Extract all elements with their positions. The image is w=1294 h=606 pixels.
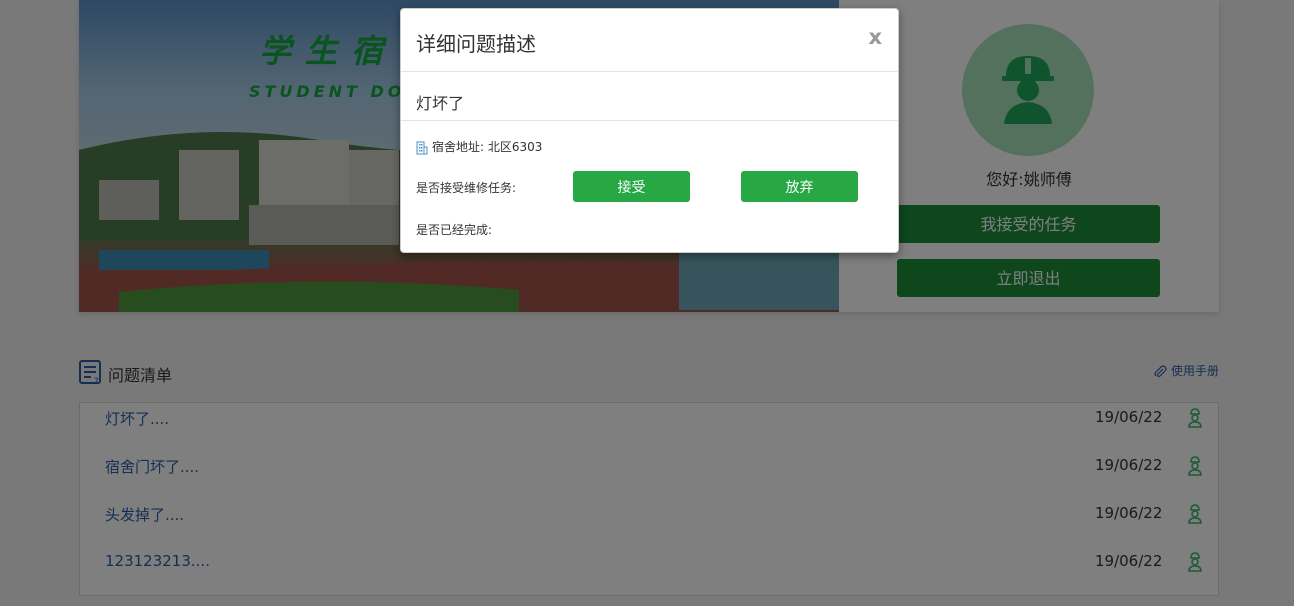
accept-button[interactable]: 接受 — [573, 171, 690, 202]
modal-title: 详细问题描述 — [416, 32, 536, 56]
page: 学生宿舍 STUDENT DORMITORY 您好:姚师傅 我接受的任务 立即退… — [0, 0, 1294, 606]
accept-task-label: 是否接受维修任务: — [416, 181, 517, 195]
address-text: 宿舍地址: 北区6303 — [432, 140, 543, 154]
abandon-button[interactable]: 放弃 — [741, 171, 858, 202]
problem-detail-modal: 详细问题描述 x 灯坏了 宿舍地址: 北区6303 是否接受维修任务: 接受 放… — [400, 8, 899, 253]
close-button[interactable]: x — [868, 25, 882, 49]
building-icon — [416, 141, 428, 154]
problem-description: 灯坏了 — [401, 72, 898, 121]
completed-label: 是否已经完成: — [416, 223, 493, 237]
modal-header: 详细问题描述 x — [401, 9, 898, 72]
problem-text: 灯坏了 — [416, 94, 465, 113]
address-row: 宿舍地址: 北区6303 — [416, 138, 542, 155]
